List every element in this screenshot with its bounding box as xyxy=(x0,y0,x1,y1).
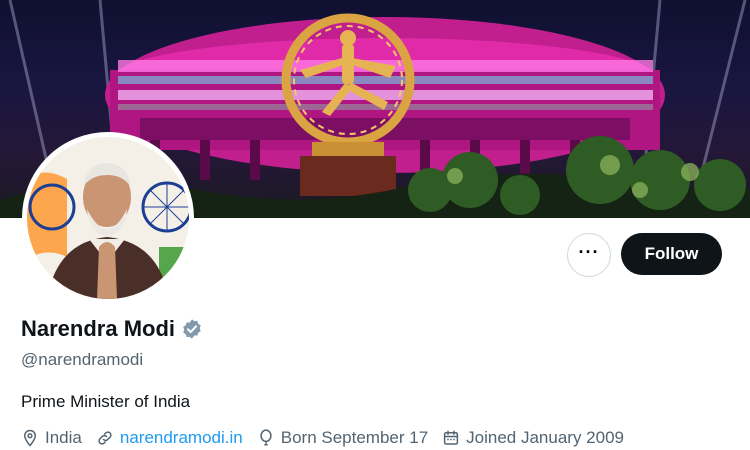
profile-handle: @narendramodi xyxy=(21,350,144,369)
calendar-icon xyxy=(444,430,459,445)
profile-name-row: Narendra Modi xyxy=(21,316,203,342)
location-item: India xyxy=(21,428,82,448)
birthday-text: Born September 17 xyxy=(280,428,429,447)
more-options-icon: ··· xyxy=(578,242,600,262)
profile-meta: India narendramodi.in Born September 17 … xyxy=(21,428,638,448)
link-icon xyxy=(98,431,112,445)
profile-bio: Prime Minister of India xyxy=(21,392,191,411)
verified-badge-icon[interactable] xyxy=(181,318,203,340)
birthday-item: Born September 17 xyxy=(257,428,428,448)
profile-name: Narendra Modi xyxy=(21,316,176,341)
location-text: India xyxy=(45,428,82,447)
joined-text: Joined January 2009 xyxy=(466,428,624,447)
profile-avatar[interactable] xyxy=(22,132,194,304)
website-item: narendramodi.in xyxy=(96,428,243,448)
avatar-image xyxy=(27,137,189,299)
follow-button[interactable]: Follow xyxy=(621,233,722,275)
location-pin-icon xyxy=(23,429,37,447)
website-link[interactable]: narendramodi.in xyxy=(120,428,243,448)
joined-item: Joined January 2009 xyxy=(442,428,624,448)
more-options-button[interactable]: ··· xyxy=(567,233,611,277)
balloon-icon xyxy=(260,429,272,446)
